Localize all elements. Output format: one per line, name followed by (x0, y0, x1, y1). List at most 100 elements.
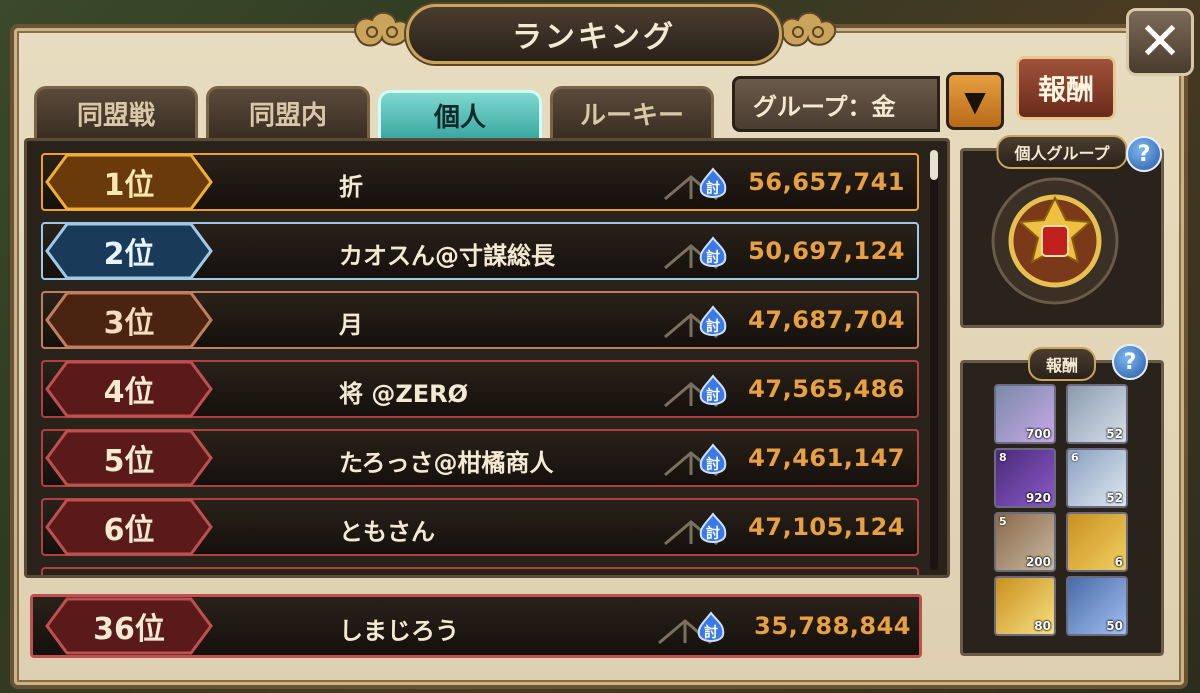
player-name: 月 (339, 311, 363, 339)
window-title: ランキング (511, 20, 677, 55)
rank-label: 6位 (103, 513, 155, 548)
ranking-row-partial[interactable] (41, 567, 919, 575)
close-icon: ✕ (1138, 12, 1182, 72)
ranking-row[interactable]: 4位 将 @ZERØ 討 47,565,486 (41, 360, 919, 418)
window-title-plate: ランキング (406, 4, 782, 64)
group-help-icon[interactable]: ? (1126, 136, 1162, 172)
individual-group-title: 個人グループ (996, 135, 1128, 169)
silver-ore-icon[interactable]: 5 200 (994, 512, 1056, 572)
blue-ticket-icon[interactable]: 50 (1066, 576, 1128, 636)
player-name: 折 (339, 173, 363, 201)
group-dropdown-button[interactable]: ▼ (946, 72, 1004, 130)
tab-label: 個人 (433, 103, 486, 133)
reward-star-count: 5 (999, 515, 1007, 528)
flame-badge-label: 討 (706, 525, 720, 542)
self-score: 35,788,844 (754, 612, 911, 640)
reward-box-title: 報酬 (1027, 347, 1097, 381)
tab-alliance-internal[interactable]: 同盟内 (206, 86, 370, 138)
player-score: 56,657,741 (748, 168, 905, 196)
silver-cards-icon[interactable]: 6 52 (1066, 448, 1128, 508)
gold-chest-icon[interactable]: 6 (1066, 512, 1128, 572)
flame-badge-icon: 討 (697, 611, 725, 642)
help-label: ? (1123, 349, 1137, 375)
reward-help-icon[interactable]: ? (1112, 344, 1148, 380)
flame-badge-icon: 討 (699, 374, 727, 405)
reward-button-label: 報酬 (1037, 73, 1094, 106)
flame-badge-icon: 討 (699, 443, 727, 474)
reward-quantity: 50 (1106, 619, 1123, 633)
self-rank-label: 36位 (93, 612, 165, 647)
reward-star-count: 8 (999, 451, 1007, 464)
ranking-list[interactable]: 1位折討 56,657,741 2位 カオスん@寸謀総長討 50,697,124 3位月討… (24, 138, 950, 578)
flame-badge-label: 討 (706, 318, 720, 335)
flame-badge-label: 討 (704, 624, 718, 641)
flame-badge-icon: 討 (699, 305, 727, 336)
player-score: 47,105,124 (748, 513, 905, 541)
tab-rookie[interactable]: ルーキー (550, 86, 714, 138)
flame-badge-icon: 討 (699, 167, 727, 198)
rank-badge: 1位 (37, 151, 221, 213)
reward-star-count: 6 (1071, 451, 1079, 464)
player-score: 47,687,704 (748, 306, 905, 334)
group-select-value: グループ：金 (753, 92, 896, 121)
player-name: 将 @ZERØ (339, 380, 469, 408)
tab-alliance-war[interactable]: 同盟戦 (34, 86, 198, 138)
gold-group-medal-icon (991, 177, 1119, 305)
self-rank-row: 36位 しまじろう 討 35,788,844 (30, 594, 922, 658)
flame-badge-label: 討 (706, 180, 720, 197)
flame-badge-icon: 討 (699, 512, 727, 543)
tab-individual[interactable]: 個人 (378, 90, 542, 138)
player-score: 50,697,124 (748, 237, 905, 265)
rank-label: 5位 (103, 444, 155, 479)
ranking-row[interactable]: 3位 月 討 47,687,704 (41, 291, 919, 349)
rank-label: 2位 (103, 237, 155, 272)
ranking-row[interactable]: 1位 折 討 56,657,741 (41, 153, 919, 211)
reward-quantity: 52 (1106, 427, 1123, 441)
rank-badge: 3位 (37, 289, 221, 351)
group-select[interactable]: グループ：金 (732, 76, 940, 132)
help-label: ? (1137, 141, 1151, 167)
gem-pile-icon[interactable]: 700 (994, 384, 1056, 444)
cloud-ornament-right (780, 11, 837, 47)
rank-badge: 5位 (37, 427, 221, 489)
close-button[interactable]: ✕ (1126, 8, 1194, 76)
reward-quantity: 52 (1106, 491, 1123, 505)
reward-quantity: 920 (1025, 491, 1051, 505)
ranking-row[interactable]: 5位 たろっさ@柑橘商人 討 47,461,147 (41, 429, 919, 487)
player-name: カオスん@寸謀総長 (339, 242, 555, 270)
rank-label: 1位 (103, 168, 155, 203)
tab-label: ルーキー (579, 101, 684, 131)
reward-quantity: 80 (1034, 619, 1051, 633)
player-name: ともさん (339, 518, 435, 546)
player-score: 47,565,486 (748, 375, 905, 403)
tab-label: 同盟戦 (76, 101, 155, 131)
rank-label: 4位 (103, 375, 155, 410)
flame-badge-icon: 討 (699, 236, 727, 267)
rank-badge: 2位 (37, 220, 221, 282)
flame-badge-label: 討 (706, 456, 720, 473)
flame-badge-label: 討 (706, 249, 720, 266)
rank-badge: 6位 (37, 496, 221, 558)
ranking-row[interactable]: 2位 カオスん@寸謀総長 討 50,697,124 (41, 222, 919, 280)
reward-box: 報酬 (960, 347, 1164, 656)
rank-badge: 4位 (37, 358, 221, 420)
reward-button[interactable]: 報酬 (1016, 56, 1116, 120)
scrollbar-thumb[interactable] (930, 150, 938, 180)
tab-label: 同盟内 (248, 101, 327, 131)
player-score: 47,461,147 (748, 444, 905, 472)
self-rank-badge: 36位 (37, 595, 221, 657)
reward-quantity: 200 (1025, 555, 1051, 569)
flame-badge-label: 討 (706, 387, 720, 404)
scrollbar-track[interactable] (930, 150, 938, 570)
cloud-ornament-left (354, 11, 411, 47)
reward-quantity: 700 (1025, 427, 1051, 441)
purple-chest-icon[interactable]: 8 920 (994, 448, 1056, 508)
gold-ticket-icon[interactable]: 80 (994, 576, 1056, 636)
reward-quantity: 6 (1114, 555, 1123, 569)
chevron-down-icon: ▼ (964, 84, 986, 118)
self-player-name: しまじろう (339, 617, 459, 645)
rank-label: 3位 (103, 306, 155, 341)
scroll-icon[interactable]: 52 (1066, 384, 1128, 444)
ranking-row[interactable]: 6位 ともさん 討 47,105,124 (41, 498, 919, 556)
player-name: たろっさ@柑橘商人 (339, 449, 554, 477)
